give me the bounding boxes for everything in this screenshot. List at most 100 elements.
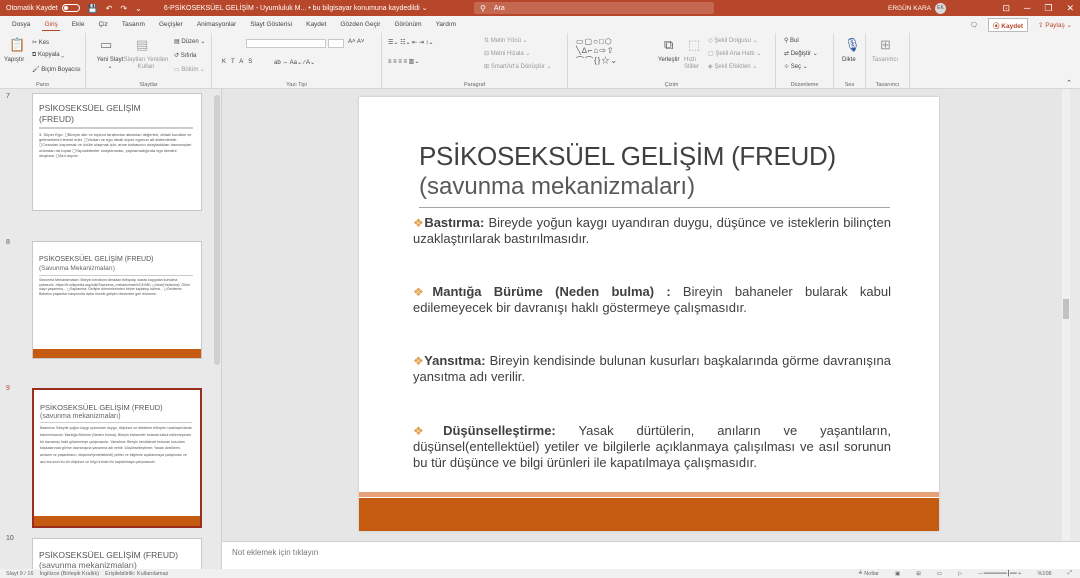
search-box[interactable]: ⚲ Ara [474, 2, 714, 14]
slide-title[interactable]: PSİKOSEKSÜEL GELİŞİM (FREUD) [419, 141, 836, 172]
tab-animasyonlar[interactable]: Animasyonlar [195, 19, 238, 30]
designer-icon[interactable]: ⊞ [880, 37, 891, 53]
zoom-level[interactable]: %108 [1038, 571, 1052, 577]
new-slide-icon[interactable]: ▭ [100, 37, 112, 53]
font-size-input[interactable] [328, 39, 344, 48]
font-grow-icon[interactable]: A˄ A˅ [348, 39, 364, 45]
autosave-toggle[interactable]: Otomatik Kaydet [6, 4, 80, 12]
diamond-bullet-icon: ❖ [413, 216, 425, 230]
slide-editor[interactable]: PSİKOSEKSÜEL GELİŞİM (FREUD) (savunma me… [222, 89, 1070, 541]
autosave-switch[interactable] [61, 4, 80, 12]
font-name-input[interactable] [246, 39, 326, 48]
record-button[interactable]: ⦿ Kaydet [988, 17, 1028, 32]
tab-tasarim[interactable]: Tasarım [120, 19, 147, 30]
align-icons[interactable]: ≡ ≡ ≡ ≡ ▥⌄ [388, 58, 419, 65]
document-title[interactable]: 6-PSİKOSEKSÜEL GELİŞİM - Uyumluluk M... … [164, 4, 428, 12]
designer-button[interactable]: Tasarımcı [872, 57, 898, 63]
thumbnail-slide-9[interactable]: PSİKOSEKSÜEL GELİŞİM (FREUD) (savunma me… [32, 388, 202, 528]
layout-button[interactable]: ▤ Düzen ⌄ [174, 38, 205, 45]
thumbnail-slide-8[interactable]: PSİKOSEKSÜEL GELİŞİM (FREUD) (Savunma Me… [32, 241, 202, 359]
slide-thumbnails-panel[interactable]: 7 PSİKOSEKSÜEL GELİŞİM (FREUD) 3. Süper … [0, 89, 222, 569]
align-text-button[interactable]: ⊟ Metni Hizala ⌄ [484, 50, 530, 57]
user-account[interactable]: ERGÜN KARA EK [888, 0, 946, 16]
quick-styles-button[interactable]: Hızlı Stiller [684, 57, 706, 71]
tab-gorunum[interactable]: Görünüm [392, 19, 423, 30]
current-slide[interactable]: PSİKOSEKSÜEL GELİŞİM (FREUD) (savunma me… [359, 97, 939, 531]
tab-dosya[interactable]: Dosya [10, 19, 32, 30]
tab-giris[interactable]: Giriş [42, 19, 60, 31]
shape-fill-button[interactable]: ◇ Şekil Dolgusu ⌄ [708, 37, 758, 44]
tab-ekle[interactable]: Ekle [70, 19, 87, 30]
customize-toolbar-icon[interactable]: ⌄ [135, 4, 142, 13]
tab-yardim[interactable]: Yardım [434, 19, 458, 30]
tab-kaydet[interactable]: Kaydet [304, 19, 328, 30]
language-indicator[interactable]: İngilizce (Birleşik Krallık) [40, 571, 100, 577]
find-button[interactable]: ⚲ Bul [784, 37, 799, 44]
bullet-mantiga-burume[interactable]: ❖Mantığa Bürüme (Neden bulma) : Bireyin … [413, 284, 891, 316]
fit-to-window-icon[interactable]: ⤢ [1068, 570, 1072, 577]
slideshow-icon[interactable]: ▷ [958, 571, 962, 577]
shapes-gallery[interactable]: ▭▢○□⬡ ╲∆⌐⌂⇨⇧ ⌒⌒{}☆⌄ [576, 37, 618, 66]
minimize-icon[interactable]: ─ [1024, 3, 1030, 13]
cut-button[interactable]: ✂ Kes [32, 39, 49, 46]
editor-scroll-thumb[interactable] [1063, 299, 1069, 319]
reuse-slides-button[interactable]: Slaytları Yeniden Kullan [122, 57, 170, 71]
paste-button[interactable]: Yapıştır [4, 57, 24, 63]
arrange-icon[interactable]: ⧉ [664, 37, 673, 53]
bold-button[interactable]: K [222, 59, 231, 65]
select-button[interactable]: ⊹ Seç ⌄ [784, 63, 808, 70]
editor-scrollbar[interactable] [1062, 89, 1070, 541]
slide-sorter-icon[interactable]: ⊞ [916, 571, 921, 577]
microphone-icon[interactable]: 🎙 [844, 37, 861, 53]
notes-toggle-button[interactable]: ≜ Notlar [858, 571, 879, 577]
comment-icon[interactable]: 🗨 [970, 21, 978, 29]
share-button[interactable]: ⇪ Paylaş ⌄ [1038, 21, 1072, 29]
arrange-button[interactable]: Yerleştir [658, 57, 679, 63]
smartart-button[interactable]: ⊞ SmartArt'a Dönüştür ⌄ [484, 63, 552, 70]
thumbnail-slide-7[interactable]: PSİKOSEKSÜEL GELİŞİM (FREUD) 3. Süper Eg… [32, 93, 202, 211]
notes-pane[interactable]: Not eklemek için tıklayın [222, 541, 1080, 569]
slide-subtitle[interactable]: (savunma mekanizmaları) [419, 173, 695, 201]
format-painter-button[interactable]: 🖌 Biçim Boyacısı [32, 66, 81, 73]
new-slide-button[interactable]: Yeni Slayt ⌄ [96, 57, 124, 71]
reset-button[interactable]: ↺ Sıfırla [174, 52, 196, 59]
close-icon[interactable]: ✕ [1066, 3, 1074, 14]
bullet-dusunsellestirme[interactable]: ❖Düşünselleştirme: Yasak dürtülerin, anı… [413, 423, 891, 471]
thumbnail-slide-10[interactable]: PSİKOSEKSÜEL GELİŞİM (FREUD) (savunma me… [32, 538, 202, 569]
ribbon-display-icon[interactable]: ⊡ [1002, 3, 1010, 14]
accessibility-status[interactable]: Erişilebilirlik: Kullanılamaz [105, 571, 168, 577]
list-icons[interactable]: ☰⌄ ☷⌄ ⇤ ⇥ ↕⌄ [388, 39, 434, 46]
underline-button[interactable]: A [239, 59, 248, 65]
normal-view-icon[interactable]: ▣ [895, 571, 900, 577]
reading-view-icon[interactable]: ▭ [937, 571, 942, 577]
quick-styles-icon[interactable]: ⬚ [688, 37, 700, 53]
copy-button[interactable]: ⧉ Kopyala ⌄ [32, 52, 64, 59]
section-button[interactable]: ▭ Bölüm ⌄ [174, 66, 205, 73]
thumbnails-scrollbar[interactable] [214, 95, 220, 365]
group-slaytlar: ▭ Yeni Slayt ⌄ ▤ Slaytları Yeniden Kulla… [86, 33, 212, 89]
tab-slayt-gosterisi[interactable]: Slayt Gösterisi [248, 19, 294, 30]
maximize-icon[interactable]: ❐ [1044, 3, 1052, 14]
reuse-slides-icon[interactable]: ▤ [136, 37, 148, 53]
tab-ciz[interactable]: Çiz [96, 19, 109, 30]
dictate-button[interactable]: Dikte [842, 57, 856, 63]
strikethrough-button[interactable]: S [248, 59, 257, 65]
avatar[interactable]: EK [934, 2, 946, 14]
redo-icon[interactable]: ↷ [120, 4, 127, 13]
bullet-bastirma[interactable]: ❖Bastırma: Bireyde yoğun kaygı uyandıran… [413, 215, 891, 247]
tab-gozden-gecir[interactable]: Gözden Geçir [338, 19, 382, 30]
tab-gecisler[interactable]: Geçişler [157, 19, 185, 30]
zoom-slider[interactable]: ─ ━━━━━━━┃━━ + [978, 571, 1021, 577]
undo-icon[interactable]: ↶ [106, 4, 113, 13]
replace-button[interactable]: ⇄ Değiştir ⌄ [784, 50, 818, 57]
italic-button[interactable]: T [231, 59, 239, 65]
save-icon[interactable]: 💾 [88, 4, 98, 13]
collapse-ribbon-icon[interactable]: ⌃ [1066, 79, 1072, 87]
paste-icon[interactable]: 📋 [9, 37, 25, 53]
shape-effects-button[interactable]: ◈ Şekil Efektleri ⌄ [708, 63, 757, 70]
bullet-yansitma[interactable]: ❖Yansıtma: Bireyin kendisinde bulunan ku… [413, 353, 891, 385]
spacing-icons[interactable]: ab ⇔ Aa⌄ ∕ A⌄ [274, 59, 315, 66]
text-direction-button[interactable]: ⇅ Metin Yönü ⌄ [484, 37, 528, 44]
font-format-buttons[interactable]: KTAS [222, 59, 257, 65]
shape-outline-button[interactable]: ▢ Şekil Ana Hattı ⌄ [708, 50, 761, 57]
